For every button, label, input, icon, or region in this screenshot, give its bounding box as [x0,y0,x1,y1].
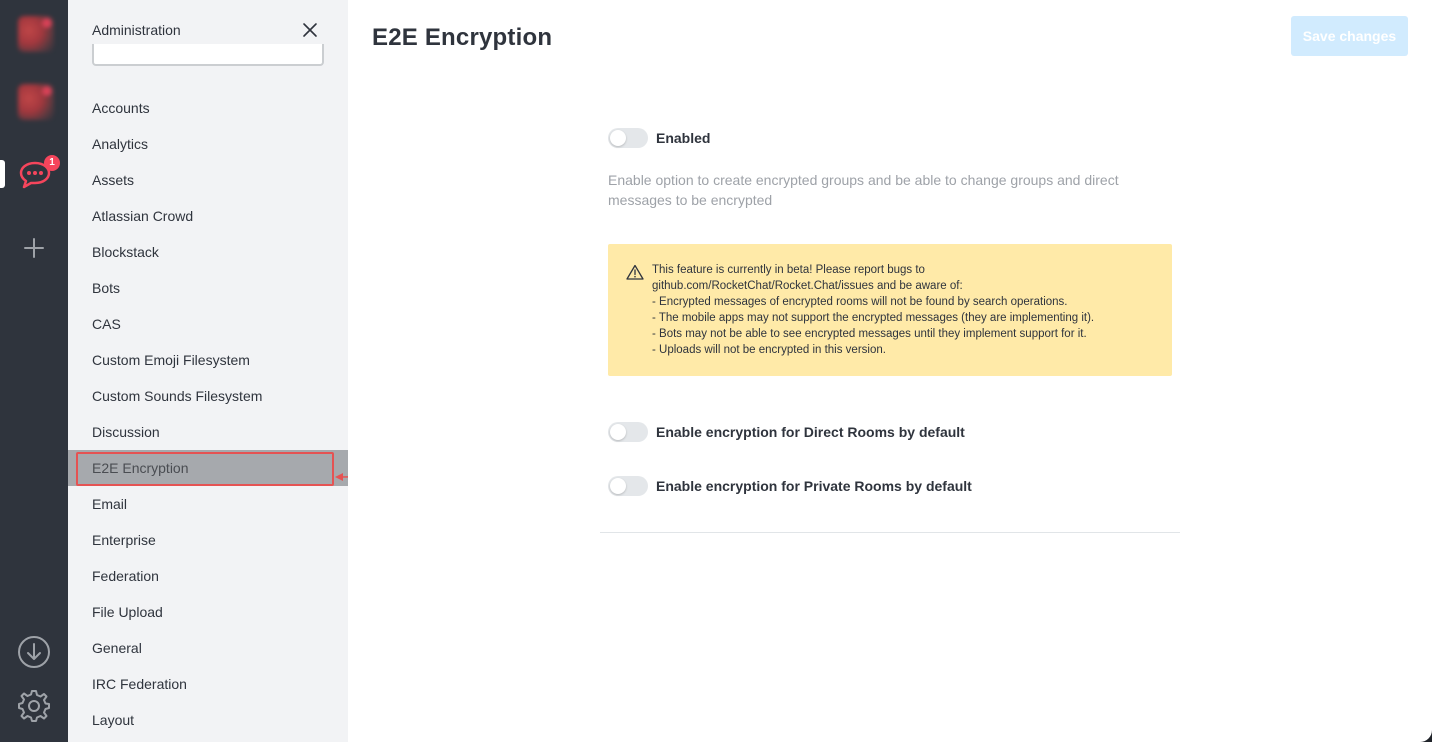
server-rail: 1 [0,0,68,742]
direct-rooms-setting: Enable encryption for Direct Rooms by de… [608,422,965,442]
notification-badge: 1 [44,155,60,171]
warning-line: - Bots may not be able to see encrypted … [652,328,1087,340]
sidebar-item-enterprise[interactable]: Enterprise [68,522,348,558]
sidebar-item-layout[interactable]: Layout [68,702,348,738]
sidebar-item-federation[interactable]: Federation [68,558,348,594]
active-server-indicator [0,160,5,188]
sidebar-item-file-upload[interactable]: File Upload [68,594,348,630]
sidebar-item-atlassian-crowd[interactable]: Atlassian Crowd [68,198,348,234]
highlight-annotation [76,452,334,486]
sidebar-title: Administration [92,22,181,38]
sidebar-item-email[interactable]: Email [68,486,348,522]
warning-line: - The mobile apps may not support the en… [652,312,1095,324]
save-changes-button[interactable]: Save changes [1291,16,1408,56]
unread-dot [42,86,52,96]
warning-line: - Encrypted messages of encrypted rooms … [652,296,1068,308]
sidebar-item-general[interactable]: General [68,630,348,666]
private-rooms-label: Enable encryption for Private Rooms by d… [656,478,972,494]
search-input[interactable] [92,44,324,66]
sidebar-list: Accounts Analytics Assets Atlassian Crowd Bl… [68,90,348,738]
sidebar-item-custom-sounds-filesystem[interactable]: Custom Sounds Filesystem [68,378,348,414]
close-icon[interactable] [300,20,320,40]
private-rooms-setting: Enable encryption for Private Rooms by d… [608,476,972,496]
server-avatar-1[interactable] [18,16,54,52]
gear-icon[interactable] [16,688,52,724]
enabled-description: Enable option to create encrypted groups… [608,172,1119,208]
admin-sidebar: Administration Accounts Analytics Assets At… [68,0,348,742]
section-divider [600,532,1180,533]
direct-rooms-label: Enable encryption for Direct Rooms by de… [656,424,965,440]
sidebar-item-cas[interactable]: CAS [68,306,348,342]
sidebar-item-assets[interactable]: Assets [68,162,348,198]
main-panel: E2E Encryption Save changes Enabled Enab… [348,0,1432,742]
unread-dot [42,18,52,28]
private-rooms-toggle[interactable] [608,476,648,496]
enabled-label: Enabled [656,130,711,146]
sidebar-item-bots[interactable]: Bots [68,270,348,306]
sidebar-item-irc-federation[interactable]: IRC Federation [68,666,348,702]
warning-text: This feature is currently in beta! Pleas… [652,262,1094,376]
warning-line: This feature is currently in beta! Pleas… [652,264,925,276]
sidebar-item-discussion[interactable]: Discussion [68,414,348,450]
download-icon[interactable] [16,634,52,670]
enabled-toggle[interactable] [608,128,648,148]
warning-line: - Uploads will not be encrypted in this … [652,344,886,356]
page-title: E2E Encryption [372,24,553,51]
sidebar-item-custom-emoji-filesystem[interactable]: Custom Emoji Filesystem [68,342,348,378]
sidebar-item-blockstack[interactable]: Blockstack [68,234,348,270]
warning-line: github.com/RocketChat/Rocket.Chat/issues… [652,280,963,292]
plus-icon[interactable] [22,236,46,260]
server-avatar-2[interactable] [18,84,54,120]
direct-rooms-toggle[interactable] [608,422,648,442]
enabled-setting: Enabled [608,128,710,148]
warning-icon [626,264,644,280]
sidebar-item-accounts[interactable]: Accounts [68,90,348,126]
beta-warning-callout: This feature is currently in beta! Pleas… [608,244,1172,376]
sidebar-item-analytics[interactable]: Analytics [68,126,348,162]
